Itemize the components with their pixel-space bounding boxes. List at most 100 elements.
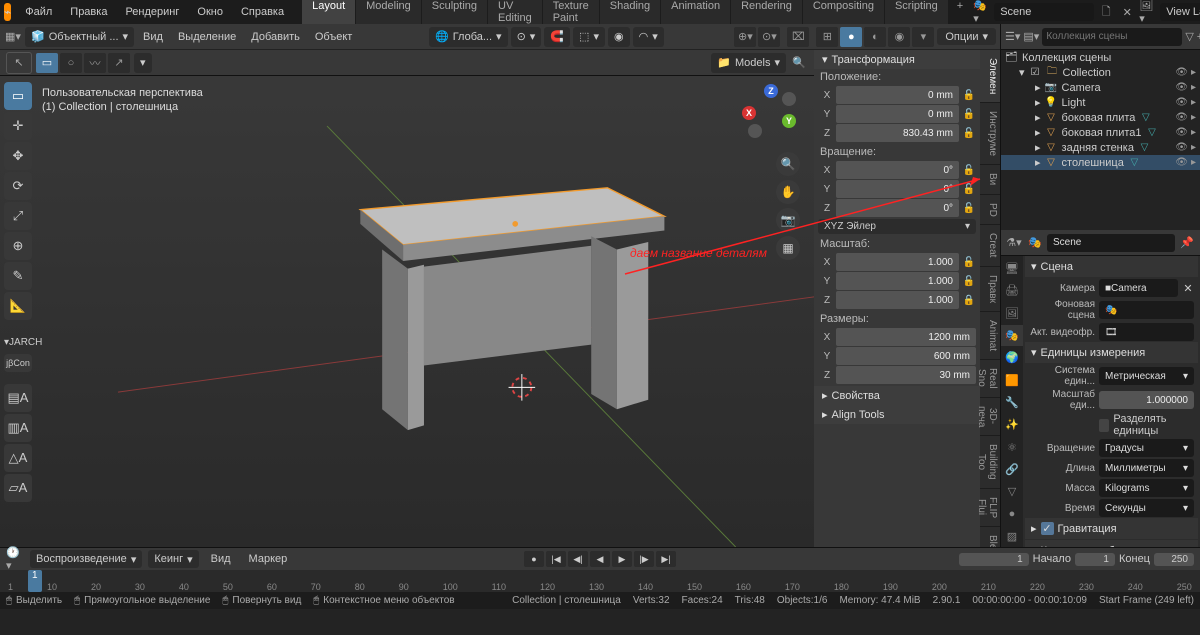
pt-texture[interactable]: ▨ bbox=[1001, 526, 1023, 547]
nav-camera[interactable]: 📷 bbox=[776, 208, 800, 232]
outliner-display-icon[interactable]: ▤▾ bbox=[1023, 28, 1039, 46]
eye-icon[interactable]: 👁 bbox=[1175, 142, 1188, 153]
disable-icon[interactable]: ▸ bbox=[1191, 127, 1196, 138]
eye-icon[interactable]: 👁 bbox=[1175, 112, 1188, 123]
menu-window[interactable]: Окно bbox=[189, 3, 231, 21]
pt-scene[interactable]: 🎭 bbox=[1001, 325, 1023, 346]
pt-particle[interactable]: ✨ bbox=[1001, 414, 1023, 435]
disable-icon[interactable]: ▸ bbox=[1191, 142, 1196, 153]
shade-render[interactable]: ◉ bbox=[888, 27, 910, 47]
pin-icon[interactable]: 📌 bbox=[1178, 234, 1196, 252]
tool-extra-2[interactable]: ▥A bbox=[4, 414, 32, 442]
unit-sys[interactable]: Метрическая▾ bbox=[1099, 367, 1194, 385]
nav-zoom[interactable]: 🔍 bbox=[776, 152, 800, 176]
vp-menu-add[interactable]: Добавить bbox=[245, 29, 306, 45]
rot-y[interactable]: 0° bbox=[836, 180, 959, 198]
modifier-icon[interactable]: ▽ bbox=[1138, 141, 1151, 154]
eye-icon[interactable]: 👁 bbox=[1175, 82, 1188, 93]
menu-edit[interactable]: Правка bbox=[62, 3, 115, 21]
pt-render[interactable]: 🖥 bbox=[1001, 258, 1023, 279]
scale-y[interactable]: 1.000 bbox=[836, 272, 959, 290]
snap-target[interactable]: ⬚▾ bbox=[573, 27, 605, 47]
unit-scale[interactable]: 1.000000 bbox=[1099, 391, 1194, 409]
pt-object[interactable]: 🟧 bbox=[1001, 370, 1023, 391]
editor-type-icon[interactable]: ▦▾ bbox=[4, 28, 22, 46]
outliner-item[interactable]: ▸📷Camera👁▸ bbox=[1001, 80, 1200, 95]
disable-icon[interactable]: ▸ bbox=[1191, 112, 1196, 123]
pt-output[interactable]: 🖨 bbox=[1001, 280, 1023, 301]
cursor-tool-icon[interactable]: ↖ bbox=[6, 52, 32, 74]
filter-icon[interactable]: ▽ bbox=[1185, 28, 1193, 46]
disable-icon[interactable]: ▸ bbox=[1191, 82, 1196, 93]
shade-wire[interactable]: ⊞ bbox=[816, 27, 838, 47]
orientation-selector[interactable]: 🌐Глоба...▾ bbox=[429, 27, 508, 47]
scene-field[interactable]: Scene bbox=[994, 3, 1094, 21]
np-tab-edit[interactable]: Правк bbox=[980, 267, 1000, 312]
modifier-icon[interactable]: ▽ bbox=[1128, 156, 1141, 169]
modifier-icon[interactable]: ▽ bbox=[1146, 126, 1159, 139]
menu-render[interactable]: Рендеринг bbox=[117, 3, 187, 21]
start-frame[interactable]: 1 bbox=[1075, 553, 1115, 566]
np-tab-pd[interactable]: PD bbox=[980, 195, 1000, 226]
np-tab-view[interactable]: Ви bbox=[980, 165, 1000, 194]
np-tab-3dprint[interactable]: 3D-печа bbox=[980, 398, 1000, 436]
jump-end[interactable]: ▶| bbox=[656, 551, 676, 567]
np-transform-header[interactable]: ▾ Трансформация bbox=[814, 50, 980, 69]
modifier-icon[interactable]: ▽ bbox=[1139, 111, 1152, 124]
rot-mode-select[interactable]: XYZ Эйлер▾ bbox=[818, 219, 976, 234]
overlays-toggle[interactable]: ⊙▾ bbox=[758, 27, 780, 47]
rot-z[interactable]: 0° bbox=[836, 199, 959, 217]
menu-help[interactable]: Справка bbox=[233, 3, 292, 21]
pt-world[interactable]: 🌍 bbox=[1001, 347, 1023, 368]
np-tab-building[interactable]: Building Too bbox=[980, 436, 1000, 489]
loc-z[interactable]: 830.43 mm bbox=[836, 124, 959, 142]
scene-panel-header[interactable]: ▾ Сцена bbox=[1025, 256, 1198, 277]
timeline-type-icon[interactable]: 🕐▾ bbox=[6, 550, 24, 568]
nav-persp[interactable]: ▦ bbox=[776, 236, 800, 260]
pt-physics[interactable]: ⚛ bbox=[1001, 437, 1023, 458]
np-tab-blenderk[interactable]: BlenderK bbox=[980, 527, 1000, 547]
prop-edit-toggle[interactable]: ◉ bbox=[608, 27, 630, 47]
pt-viewlayer[interactable]: 🖼 bbox=[1001, 303, 1023, 324]
disable-icon[interactable]: ▸ bbox=[1191, 97, 1196, 108]
keying-menu[interactable]: Кеинг▾ bbox=[148, 550, 198, 568]
pt-constraint[interactable]: 🔗 bbox=[1001, 459, 1023, 480]
tool-cursor[interactable]: ✛ bbox=[4, 112, 32, 140]
prev-key[interactable]: ◀| bbox=[568, 551, 588, 567]
disable-icon[interactable]: ▸ bbox=[1191, 157, 1196, 168]
time-unit[interactable]: Секунды▾ bbox=[1099, 499, 1194, 517]
props-type-icon[interactable]: ⚗▾ bbox=[1005, 234, 1023, 252]
np-tab-tool[interactable]: Инструме bbox=[980, 103, 1000, 165]
pivot-selector[interactable]: ⊙▾ bbox=[511, 27, 542, 47]
search-icon[interactable]: 🔍 bbox=[790, 54, 808, 72]
outliner-item[interactable]: ▸▽боковая плита1▽👁▸ bbox=[1001, 125, 1200, 140]
shade-solid[interactable]: ● bbox=[840, 27, 862, 47]
nav-gizmo[interactable]: X Y Z bbox=[742, 84, 800, 142]
autokey-toggle[interactable]: ● bbox=[524, 551, 544, 567]
header-options[interactable]: Опции▾ bbox=[937, 28, 996, 45]
units-panel-header[interactable]: ▾ Единицы измерения bbox=[1025, 342, 1198, 363]
snap-toggle[interactable]: 🧲 bbox=[544, 27, 570, 47]
xray-toggle[interactable]: ⌧ bbox=[787, 27, 809, 47]
gravity-check[interactable]: ✓ bbox=[1041, 522, 1054, 535]
tool-measure[interactable]: 📐 bbox=[4, 292, 32, 320]
pt-mesh[interactable]: ▽ bbox=[1001, 481, 1023, 502]
tl-view[interactable]: Вид bbox=[205, 551, 237, 567]
bg-scene-field[interactable]: 🎭 bbox=[1099, 301, 1194, 319]
timeline-track[interactable]: 1 11020304050607080901001101201301401501… bbox=[0, 570, 1200, 592]
np-align-header[interactable]: ▸ Align Tools bbox=[814, 405, 980, 424]
dim-z[interactable]: 30 mm bbox=[836, 366, 976, 384]
outliner-item[interactable]: ▸▽боковая плита▽👁▸ bbox=[1001, 110, 1200, 125]
len-unit[interactable]: Миллиметры▾ bbox=[1099, 459, 1194, 477]
vp-menu-object[interactable]: Объект bbox=[309, 29, 358, 45]
shade-opts[interactable]: ▾ bbox=[912, 27, 934, 47]
nav-move[interactable]: ✋ bbox=[776, 180, 800, 204]
tool-extra-1[interactable]: ▤A bbox=[4, 384, 32, 412]
dim-y[interactable]: 600 mm bbox=[836, 347, 976, 365]
camera-field[interactable]: ■ Camera bbox=[1099, 279, 1178, 297]
lock-icon[interactable]: 🔓 bbox=[962, 90, 976, 101]
jcon-button[interactable]: jβCon bbox=[4, 354, 32, 372]
tool-extra-3[interactable]: △A bbox=[4, 444, 32, 472]
tool-transform[interactable]: ⊕ bbox=[4, 232, 32, 260]
vp-menu-select[interactable]: Выделение bbox=[172, 29, 242, 45]
